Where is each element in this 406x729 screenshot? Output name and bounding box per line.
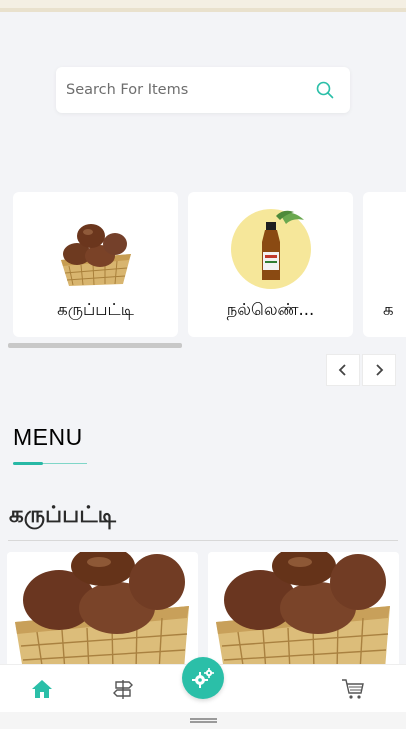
- category-card-partial[interactable]: க: [363, 192, 406, 337]
- product-card[interactable]: [7, 552, 198, 672]
- settings-gears-icon: [192, 668, 214, 688]
- jaggery-basket-image: [61, 224, 131, 286]
- home-icon: [32, 680, 52, 698]
- search-icon[interactable]: [316, 81, 334, 99]
- category-card-nallennai[interactable]: நல்லெண்...: [188, 192, 353, 337]
- carousel-prev-button[interactable]: [326, 354, 360, 386]
- product-card[interactable]: [208, 552, 399, 672]
- home-handle[interactable]: [190, 718, 217, 723]
- section-divider: [8, 540, 398, 541]
- top-banner-strip: [0, 0, 406, 12]
- search-input[interactable]: [66, 67, 306, 113]
- nav-home[interactable]: [22, 665, 62, 713]
- carousel-arrows: [326, 354, 396, 386]
- settings-fab-button[interactable]: [182, 657, 224, 699]
- category-label: கருப்பட்டி: [57, 300, 134, 319]
- category-card-karuppatti[interactable]: கருப்பட்டி: [13, 192, 178, 337]
- carousel-next-button[interactable]: [362, 354, 396, 386]
- sesame-oil-bottle-image: [231, 209, 311, 289]
- menu-heading: MENU: [13, 424, 83, 450]
- nav-directions[interactable]: [103, 665, 143, 713]
- search-bar[interactable]: [56, 67, 350, 113]
- jaggery-product-image: [208, 552, 399, 672]
- chevron-right-icon: [376, 364, 384, 376]
- carousel-scrollbar[interactable]: [8, 343, 182, 348]
- section-title: கருப்பட்டி: [9, 502, 116, 528]
- chevron-left-icon: [338, 364, 346, 376]
- jaggery-product-image: [7, 552, 198, 672]
- category-label: க: [383, 300, 394, 319]
- cart-icon: [342, 679, 364, 699]
- category-carousel[interactable]: கருப்பட்டி நல்லெண்... க: [0, 190, 406, 340]
- menu-underline: [13, 462, 43, 465]
- signpost-icon: [113, 680, 133, 699]
- nav-cart[interactable]: [333, 665, 373, 713]
- category-label: நல்லெண்...: [226, 300, 315, 319]
